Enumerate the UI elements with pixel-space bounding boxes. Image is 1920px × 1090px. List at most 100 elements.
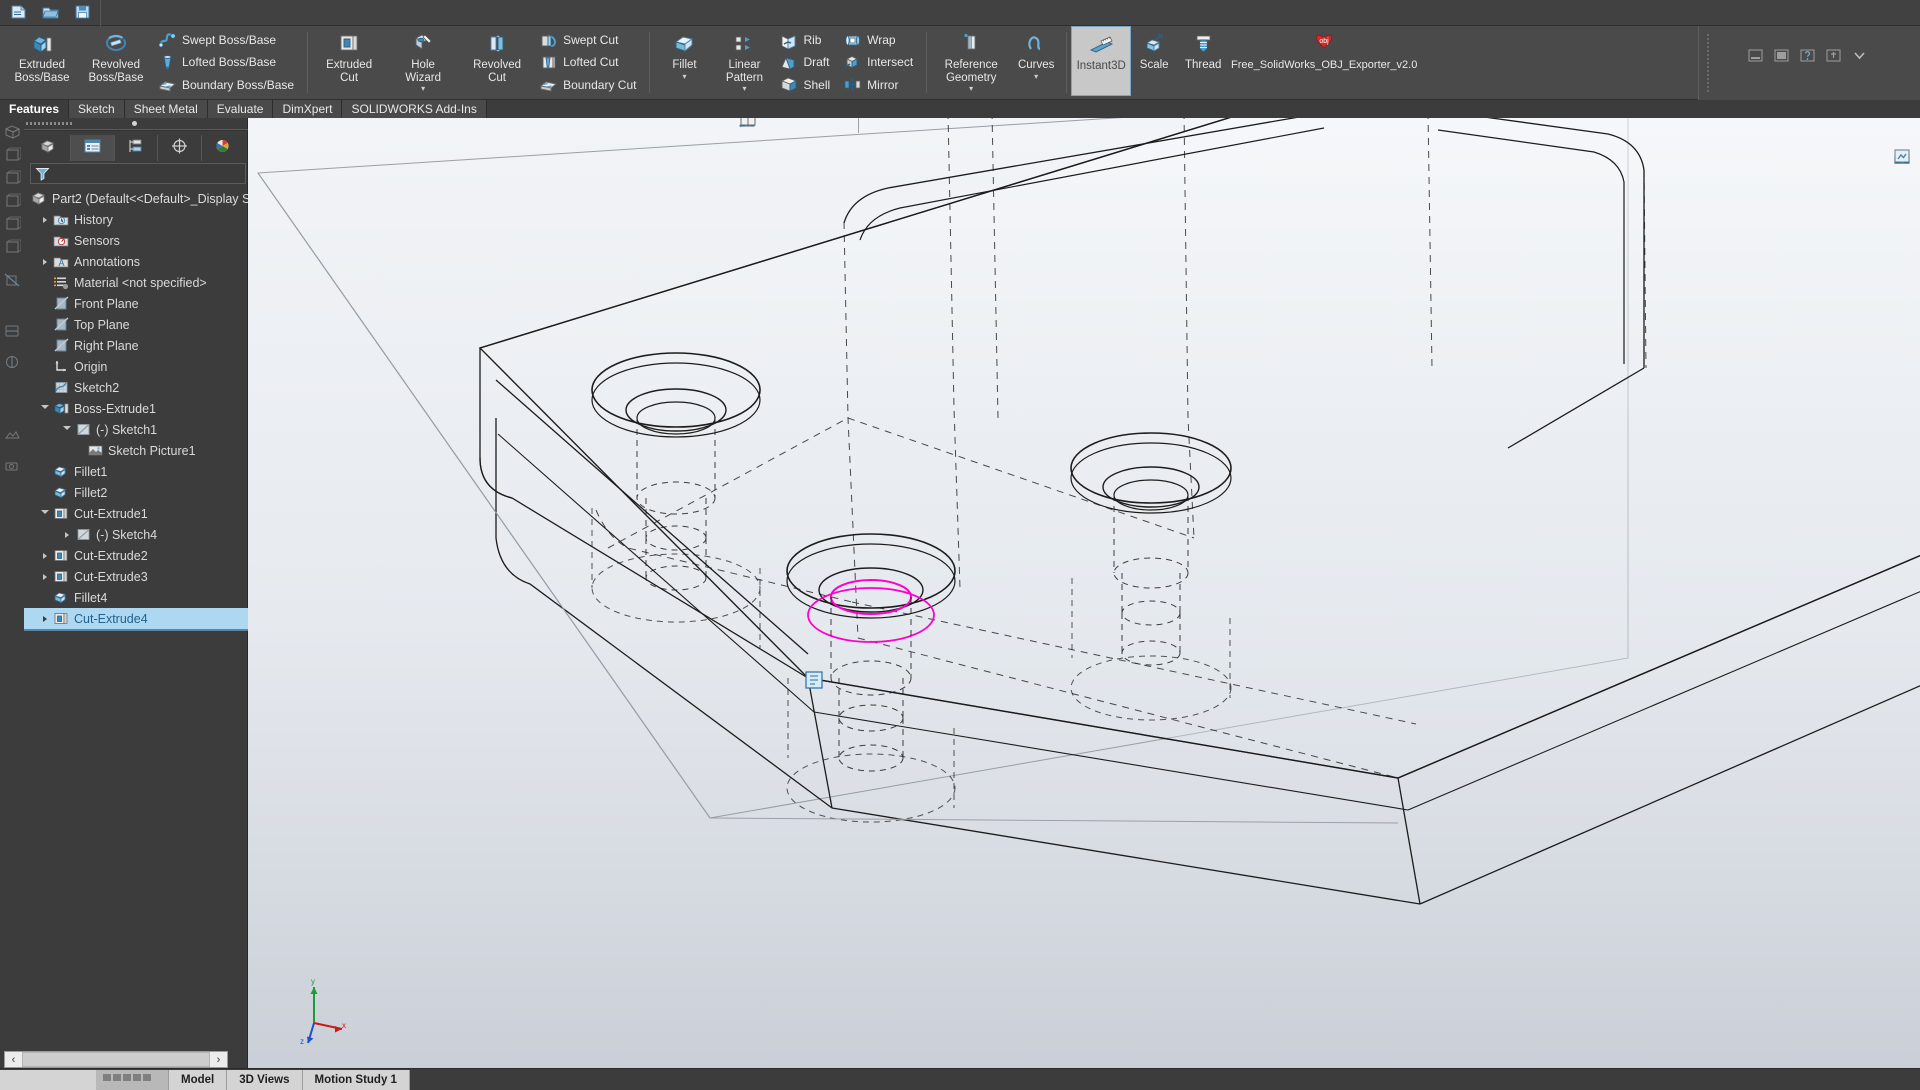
- minimize-icon[interactable]: [1830, 118, 1856, 124]
- scene-icon[interactable]: [2, 425, 22, 445]
- reference-geometry-chevron-down-icon[interactable]: ▾: [969, 85, 973, 93]
- camera-icon[interactable]: [2, 456, 22, 476]
- obj-exporter-button[interactable]: obj Free_SolidWorks_OBJ_Exporter_v2.0: [1229, 26, 1419, 99]
- tree-row-front-plane[interactable]: Front Plane: [24, 293, 248, 314]
- tab-evaluate[interactable]: Evaluate: [207, 100, 274, 118]
- tab-sketch[interactable]: Sketch: [69, 100, 125, 118]
- swept-boss-base-button[interactable]: Swept Boss/Base: [155, 29, 300, 51]
- lofted-boss-base-button[interactable]: Lofted Boss/Base: [155, 51, 300, 73]
- close-icon[interactable]: [1886, 118, 1912, 124]
- back-view-icon[interactable]: [2, 214, 22, 234]
- tree-row-sensors[interactable]: Sensors: [24, 230, 248, 251]
- color-swatch-icon[interactable]: [1894, 149, 1918, 274]
- iso-view-icon[interactable]: [2, 122, 22, 142]
- tree-row-cut-extrude3[interactable]: Cut-Extrude3: [24, 566, 248, 587]
- sketch4-twisty[interactable]: [60, 531, 74, 538]
- sketch1-twisty[interactable]: [60, 426, 74, 433]
- tree-horizontal-scrollbar[interactable]: ‹ ›: [4, 1051, 228, 1068]
- tree-row-top-plane[interactable]: Top Plane: [24, 314, 248, 335]
- open-document-icon[interactable]: [40, 2, 62, 22]
- boundary-cut-button[interactable]: Boundary Cut: [536, 74, 642, 96]
- scroll-thumb[interactable]: [22, 1052, 210, 1067]
- scroll-left-button[interactable]: ‹: [5, 1052, 22, 1067]
- shell-button[interactable]: Shell: [776, 74, 836, 96]
- previous-view-icon[interactable]: [743, 118, 822, 136]
- tree-row-fillet2[interactable]: Fillet2: [24, 482, 248, 503]
- view-orientation-icon[interactable]: [740, 118, 889, 136]
- bottom-view-icon[interactable]: [2, 237, 22, 257]
- cut-extrude1-twisty[interactable]: [38, 510, 52, 517]
- tree-row-cut-extrude4[interactable]: Cut-Extrude4: [24, 608, 248, 629]
- curves-chevron-down-icon[interactable]: ▾: [1034, 72, 1038, 81]
- view-settings-icon[interactable]: [742, 118, 1009, 136]
- tree-filter-input[interactable]: [53, 166, 245, 181]
- tree-row-boss-extrude1[interactable]: Boss-Extrude1: [24, 398, 248, 419]
- appearances-icon[interactable]: [1894, 149, 1918, 196]
- tab-dimxpert[interactable]: DimXpert: [273, 100, 343, 118]
- new-document-icon[interactable]: [8, 2, 30, 22]
- mirror-button[interactable]: Mirror: [840, 74, 919, 96]
- tree-row-annotations[interactable]: A Annotations: [24, 251, 248, 272]
- graphics-viewport[interactable]: y x z: [248, 118, 1920, 1090]
- draft-button[interactable]: Draft: [776, 51, 836, 73]
- top-view-icon[interactable]: [2, 168, 22, 188]
- annotations-twisty[interactable]: [38, 258, 52, 265]
- expand-icon[interactable]: [1851, 48, 1868, 63]
- cameras-icon[interactable]: [1894, 149, 1918, 326]
- lights-icon[interactable]: [1894, 149, 1918, 300]
- tree-filter-bar[interactable]: [30, 163, 246, 184]
- cut-extrude3-twisty[interactable]: [38, 573, 52, 580]
- tree-row-part[interactable]: Part2 (Default<<Default>_Display State: [24, 188, 248, 209]
- history-twisty[interactable]: [38, 216, 52, 223]
- front-view-icon[interactable]: [2, 145, 22, 165]
- swept-cut-button[interactable]: Swept Cut: [536, 29, 642, 51]
- display-style-icon[interactable]: [2, 321, 22, 341]
- lofted-cut-button[interactable]: Lofted Cut: [536, 51, 642, 73]
- linear-pattern-chevron-down-icon[interactable]: ▾: [742, 85, 746, 93]
- display-style-icon[interactable]: [741, 118, 919, 136]
- tree-row-right-plane[interactable]: Right Plane: [24, 335, 248, 356]
- tree-row-origin[interactable]: Origin: [24, 356, 248, 377]
- feature-manager-tab[interactable]: [28, 135, 72, 161]
- revolved-cut-button[interactable]: Revolved Cut: [460, 26, 534, 99]
- restore-icon[interactable]: [1773, 48, 1790, 63]
- appearance-icon[interactable]: [2, 352, 22, 372]
- pin-icon[interactable]: [1825, 48, 1842, 63]
- panel-grip[interactable]: [24, 120, 248, 127]
- dimxpert-manager-tab[interactable]: [158, 135, 202, 161]
- tree-row-sketch4[interactable]: (-) Sketch4: [24, 524, 248, 545]
- doc-tab-icons[interactable]: [96, 1070, 169, 1090]
- doc-tab-motion-study[interactable]: Motion Study 1: [302, 1070, 410, 1090]
- rollback-bar[interactable]: [24, 629, 248, 631]
- apply-scene-icon[interactable]: [741, 118, 979, 136]
- tab-solidworks-add-ins[interactable]: SOLIDWORKS Add-Ins: [342, 100, 487, 118]
- revolved-boss-base-button[interactable]: Revolved Boss/Base: [79, 26, 153, 99]
- fillet-button[interactable]: Fillet ▾: [654, 26, 714, 99]
- property-manager-tab[interactable]: [71, 135, 115, 161]
- zoom-area-icon[interactable]: [739, 118, 792, 136]
- help-icon[interactable]: [1799, 48, 1816, 63]
- cut-extrude4-twisty[interactable]: [38, 615, 52, 622]
- tree-row-cut-extrude2[interactable]: Cut-Extrude2: [24, 545, 248, 566]
- intersect-button[interactable]: Intersect: [840, 51, 919, 73]
- doc-tab-3d-views[interactable]: 3D Views: [227, 1070, 303, 1090]
- wrap-button[interactable]: Wrap: [840, 29, 919, 51]
- section-view-icon[interactable]: [2, 270, 22, 290]
- scale-button[interactable]: Scale: [1131, 26, 1177, 99]
- configuration-manager-tab[interactable]: [115, 135, 159, 161]
- rib-button[interactable]: Rib: [776, 29, 836, 51]
- restore-icon[interactable]: [1858, 118, 1884, 124]
- extruded-cut-button[interactable]: Extruded Cut: [312, 26, 386, 99]
- cut-extrude2-twisty[interactable]: [38, 552, 52, 559]
- right-view-icon[interactable]: [2, 191, 22, 211]
- tree-row-fillet4[interactable]: Fillet4: [24, 587, 248, 608]
- thread-button[interactable]: Thread: [1177, 26, 1229, 99]
- scroll-right-button[interactable]: ›: [210, 1052, 227, 1067]
- reference-geometry-button[interactable]: Reference Geometry ▾: [931, 26, 1011, 99]
- hide-show-icon[interactable]: [740, 118, 949, 136]
- section-view-icon[interactable]: [741, 118, 852, 136]
- tree-row-sketch2[interactable]: Sketch2: [24, 377, 248, 398]
- tab-sheet-metal[interactable]: Sheet Metal: [124, 100, 208, 118]
- extruded-boss-base-button[interactable]: Extruded Boss/Base: [5, 26, 79, 99]
- display-manager-tab[interactable]: [202, 135, 244, 161]
